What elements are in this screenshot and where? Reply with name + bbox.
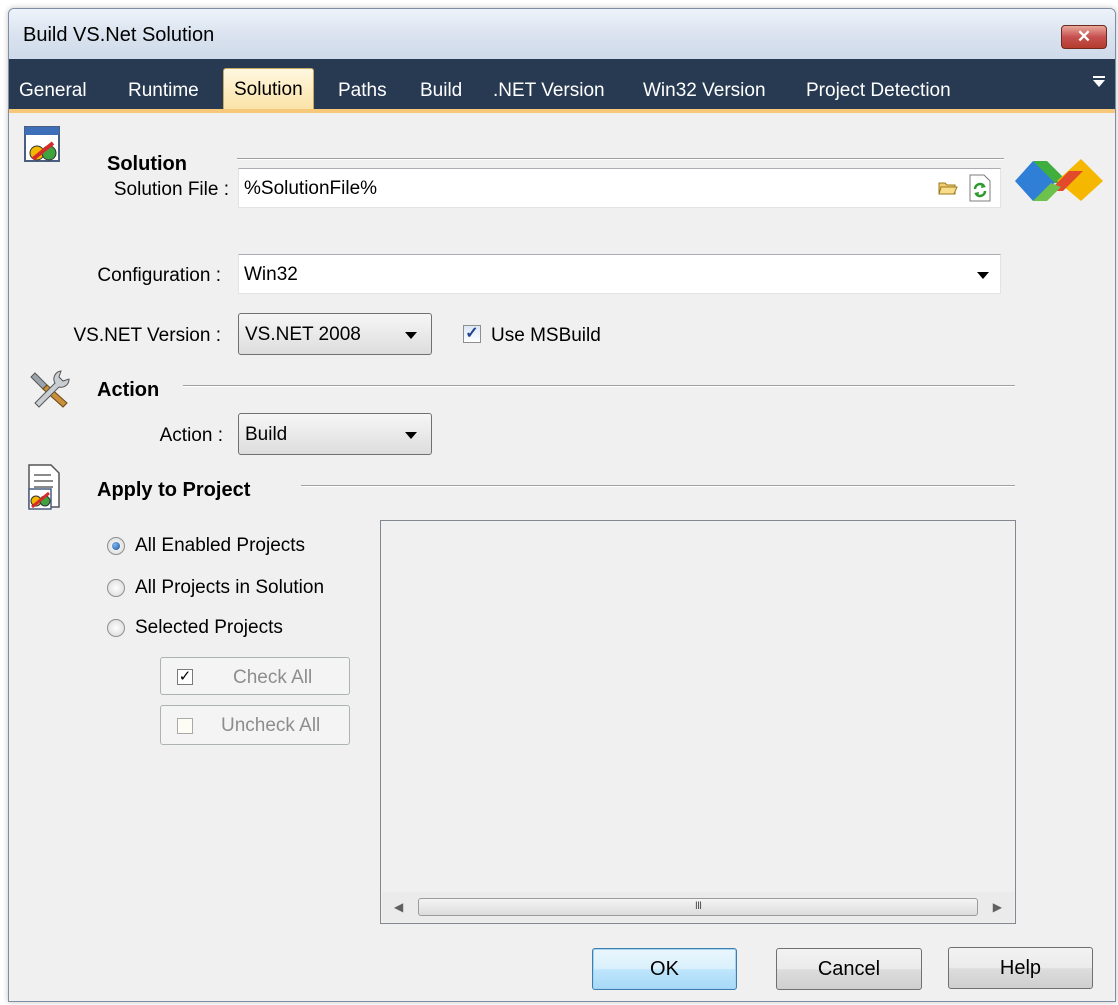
- use-msbuild-checkbox[interactable]: ✓: [463, 325, 481, 343]
- action-dropdown[interactable]: Build: [238, 413, 432, 455]
- solution-separator: [237, 158, 1004, 160]
- projects-listbox[interactable]: ◀ III ▶: [380, 520, 1016, 924]
- configuration-label: Configuration :: [97, 265, 221, 286]
- tools-icon: [30, 370, 70, 408]
- tab-runtime[interactable]: Runtime: [128, 73, 199, 109]
- radio-label-all-in-solution[interactable]: All Projects in Solution: [135, 577, 324, 599]
- uncheck-all-button[interactable]: Uncheck All: [160, 705, 350, 745]
- chevron-down-icon: [405, 432, 417, 439]
- tab-project-detection[interactable]: Project Detection: [806, 73, 951, 109]
- action-section-title: Action: [97, 379, 160, 401]
- vsnet-version-label: VS.NET Version :: [73, 325, 222, 346]
- solution-file-label: Solution File :: [113, 179, 229, 200]
- cancel-button[interactable]: Cancel: [776, 948, 922, 990]
- use-msbuild-label[interactable]: Use MSBuild: [491, 325, 601, 347]
- scrollbar-thumb[interactable]: III: [418, 898, 978, 916]
- checked-box-icon: ✓: [177, 668, 193, 685]
- horizontal-scrollbar[interactable]: ◀ III ▶: [382, 892, 1014, 922]
- radio-all-enabled-projects[interactable]: [107, 537, 125, 555]
- radio-all-projects-in-solution[interactable]: [107, 579, 125, 597]
- scroll-left-icon[interactable]: ◀: [394, 900, 403, 914]
- solution-file-input[interactable]: %SolutionFile%: [238, 168, 1001, 208]
- tab-paths[interactable]: Paths: [338, 73, 387, 109]
- visual-studio-logo-icon: [1015, 159, 1103, 201]
- close-icon: ✕: [1076, 27, 1092, 46]
- tab-general[interactable]: General: [19, 73, 87, 109]
- folder-open-icon[interactable]: [937, 178, 959, 198]
- tab-solution[interactable]: Solution: [223, 68, 314, 109]
- tab-overflow-icon[interactable]: [1093, 76, 1105, 87]
- radio-label-all-enabled[interactable]: All Enabled Projects: [135, 535, 305, 557]
- solution-section-title: Solution: [107, 153, 187, 175]
- chevron-down-icon: [405, 332, 417, 339]
- tab-net-version[interactable]: .NET Version: [493, 73, 605, 109]
- tab-build[interactable]: Build: [420, 73, 462, 109]
- solution-file-icon: [24, 126, 60, 162]
- tab-win32-version[interactable]: Win32 Version: [643, 73, 766, 109]
- configuration-combobox[interactable]: Win32: [238, 254, 1001, 294]
- dialog-window: Build VS.Net Solution ✕ General Runtime …: [8, 8, 1116, 1002]
- tab-content-solution: Solution Solution File : %SolutionFile%: [9, 113, 1115, 1001]
- action-separator: [183, 385, 1015, 387]
- apply-section-title: Apply to Project: [97, 479, 251, 501]
- title-bar: Build VS.Net Solution ✕: [9, 9, 1115, 59]
- empty-box-icon: [177, 718, 193, 734]
- help-button[interactable]: Help: [948, 947, 1093, 989]
- window-title: Build VS.Net Solution: [23, 24, 215, 46]
- tab-bar: General Runtime Solution Paths Build .NE…: [9, 59, 1115, 113]
- check-all-button[interactable]: ✓ Check All: [160, 657, 350, 695]
- apply-separator: [301, 485, 1015, 487]
- vsnet-version-dropdown[interactable]: VS.NET 2008: [238, 313, 432, 355]
- radio-label-selected[interactable]: Selected Projects: [135, 617, 283, 639]
- close-button[interactable]: ✕: [1061, 25, 1107, 49]
- refresh-file-icon[interactable]: [967, 173, 993, 203]
- scroll-right-icon[interactable]: ▶: [993, 900, 1002, 914]
- action-label: Action :: [159, 425, 223, 446]
- chevron-down-icon: [977, 272, 989, 279]
- radio-selected-projects[interactable]: [107, 619, 125, 637]
- project-document-icon: [28, 464, 60, 510]
- ok-button[interactable]: OK: [592, 948, 737, 990]
